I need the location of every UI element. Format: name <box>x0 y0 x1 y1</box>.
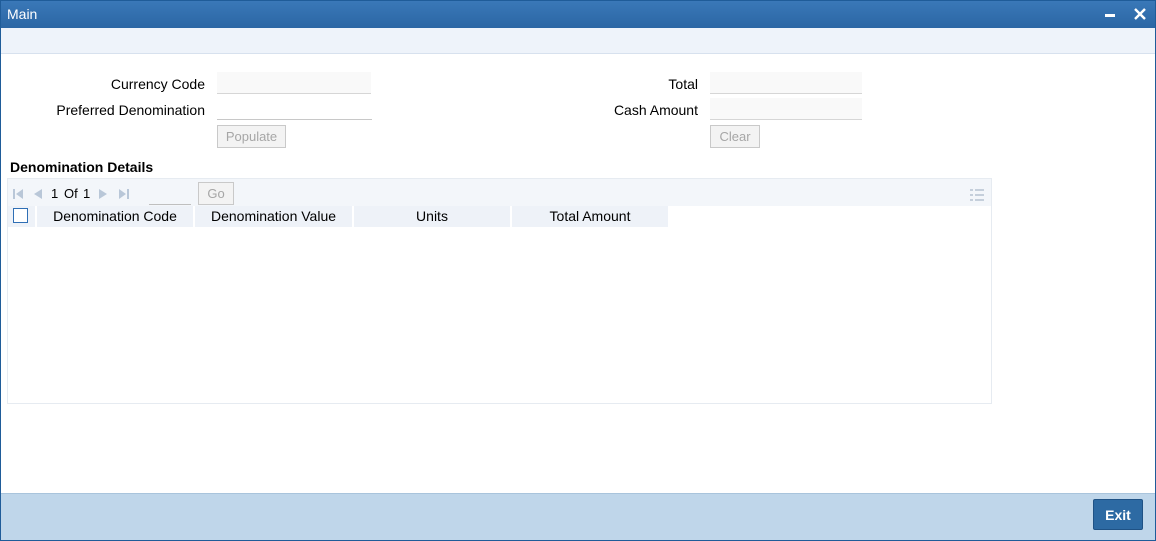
last-page-icon[interactable] <box>118 187 130 199</box>
footer-bar: Exit <box>1 493 1155 540</box>
populate-button[interactable]: Populate <box>217 125 286 148</box>
next-page-icon[interactable] <box>97 187 109 199</box>
title-bar[interactable]: Main <box>1 1 1155 28</box>
page-number-input[interactable] <box>149 183 191 205</box>
main-window: Main Currency Code Preferred Denominatio… <box>0 0 1156 541</box>
pagination-bar: 1 Of 1 Go <box>8 179 991 206</box>
close-icon[interactable] <box>1131 5 1149 23</box>
window-title: Main <box>7 6 38 22</box>
currency-code-field[interactable] <box>217 72 371 94</box>
exit-button[interactable]: Exit <box>1093 499 1143 530</box>
current-page: 1 <box>51 186 59 201</box>
preferred-denomination-field[interactable] <box>217 98 372 120</box>
go-button[interactable]: Go <box>198 182 234 205</box>
total-field[interactable] <box>710 72 862 94</box>
select-all-checkbox[interactable] <box>13 208 28 223</box>
column-header-denomination-value[interactable]: Denomination Value <box>195 206 354 227</box>
first-page-icon[interactable] <box>12 187 24 199</box>
column-header-total-amount[interactable]: Total Amount <box>512 206 670 227</box>
table-header: Denomination Code Denomination Value Uni… <box>8 206 991 227</box>
column-settings-icon[interactable] <box>970 188 984 204</box>
denomination-details-title: Denomination Details <box>10 159 154 175</box>
cash-amount-label: Cash Amount <box>613 102 698 118</box>
denomination-grid: 1 Of 1 Go Denomination Code Denomination… <box>7 178 992 404</box>
column-header-denomination-code[interactable]: Denomination Code <box>37 206 195 227</box>
clear-button[interactable]: Clear <box>710 125 760 148</box>
preferred-denomination-label: Preferred Denomination <box>56 102 205 118</box>
minimize-icon[interactable] <box>1101 5 1119 23</box>
column-header-units[interactable]: Units <box>354 206 512 227</box>
page-of-label: Of <box>64 186 78 201</box>
previous-page-icon[interactable] <box>32 187 44 199</box>
select-all-cell <box>8 206 37 227</box>
cash-amount-field[interactable] <box>710 98 862 120</box>
total-pages: 1 <box>83 186 91 201</box>
currency-code-label: Currency Code <box>110 76 205 92</box>
toolbar-band <box>1 28 1155 54</box>
total-label: Total <box>668 76 698 92</box>
